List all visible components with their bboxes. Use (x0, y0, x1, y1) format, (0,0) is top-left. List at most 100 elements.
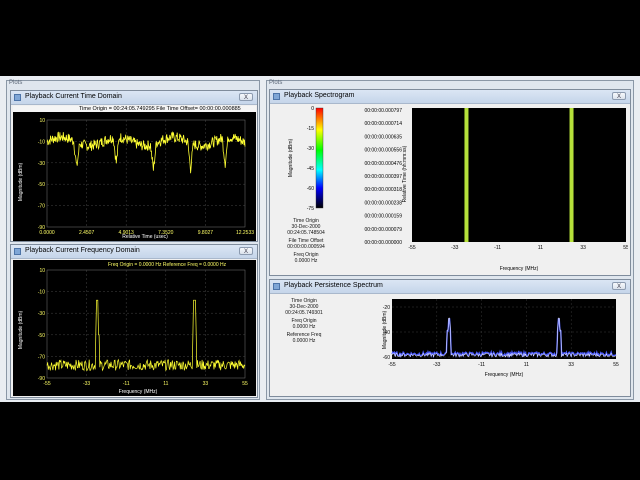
x-tick-label: 4.9013 (119, 230, 135, 236)
y-tick-label: -10 (38, 139, 45, 145)
info-line: 00:24:05.749301 (285, 310, 323, 316)
right-plots-panel: Plots Playback Spectrogram X Magnitude (… (266, 80, 634, 400)
freq-domain-ylabel: Magnitude (dBm) (18, 310, 24, 349)
persistence-info: Time Origin 30-Dec-2000 00:24:05.749301 Fre… (274, 298, 334, 344)
x-tick-label: 0.0000 (39, 230, 55, 236)
persistence-xlabel: Frequency (MHz) (485, 372, 524, 378)
time-tick-label: 00:00:00.000797 (364, 108, 402, 114)
freq-domain-title: Playback Current Frequency Domain (25, 247, 140, 254)
time-tick-label: 00:00:00.000635 (364, 134, 402, 140)
time-tick-label: 00:00:00.000079 (364, 227, 402, 233)
desktop: Plots Playback Current Time Domain X Tim… (0, 76, 640, 402)
spectrogram-title: Playback Spectrogram (284, 92, 355, 99)
x-tick-label: -33 (433, 362, 440, 368)
y-tick-label: -20 (383, 305, 390, 311)
time-tick-label: 00:00:00.000397 (364, 174, 402, 180)
spectrogram-window: Playback Spectrogram X Magnitude (dBm) 0… (269, 89, 631, 276)
left-panel-title: Plots (9, 80, 23, 86)
spectrogram-plot: 00:00:00.000797 00:00:00.000714 00:00:00.0… (364, 108, 628, 272)
x-tick-label: -11 (123, 381, 130, 387)
y-tick-label: -10 (38, 290, 45, 296)
spectrogram-ylabel: Relative Time (hh:mm:ss) (402, 145, 408, 202)
spectrogram-signal-line (569, 108, 574, 242)
x-tick-label: 55 (242, 381, 248, 387)
window-icon (273, 283, 280, 290)
time-tick-label: 00:00:00.000318 (364, 187, 402, 193)
time-tick-label: 00:00:00.000159 (364, 214, 402, 220)
y-tick-label: -70 (38, 204, 45, 210)
x-tick-label: 11 (538, 245, 543, 251)
time-tick-label: 00:00:00.000238 (364, 200, 402, 206)
window-icon (14, 248, 21, 255)
spectrogram-canvas (412, 108, 626, 242)
spectrogram-xlabel: Frequency (MHz) (500, 266, 539, 272)
persistence-titlebar[interactable]: Playback Persistence Spectrum X (270, 280, 630, 294)
freq-domain-window: Playback Current Frequency Domain X Freq… (10, 244, 258, 398)
close-button[interactable]: X (612, 282, 626, 290)
colorbar-tick: -30 (307, 146, 314, 152)
freq-domain-plot: Freq Origin = 0.0000 Hz Reference Freq =… (13, 260, 256, 396)
time-tick-label: 00:00:00.000714 (364, 121, 402, 127)
x-tick-label: 55 (623, 245, 628, 251)
close-button[interactable]: X (239, 93, 253, 101)
x-tick-label: -11 (478, 362, 485, 368)
colorbar-tick: -45 (307, 166, 314, 172)
spectrogram-titlebar[interactable]: Playback Spectrogram X (270, 90, 630, 104)
x-tick-label: 7.3520 (158, 230, 174, 236)
y-tick-label: 10 (39, 268, 45, 274)
time-domain-plot: Magnitude (dBm) Relative Time (usec) 10-… (13, 112, 256, 241)
time-domain-title: Playback Current Time Domain (25, 93, 122, 100)
y-tick-label: 10 (39, 118, 45, 124)
colorbar-tick: -15 (307, 126, 314, 132)
spectrogram-info: Time Origin 30-Dec-2000 00:24:05.748504 Fil… (276, 218, 336, 264)
y-tick-label: -50 (38, 182, 45, 188)
x-tick-label: -55 (388, 362, 395, 368)
colorbar-tick: -75 (307, 206, 314, 212)
window-icon (273, 93, 280, 100)
x-tick-label: 9.8027 (198, 230, 214, 236)
left-plots-panel: Plots Playback Current Time Domain X Tim… (6, 80, 260, 400)
y-tick-label: -30 (38, 161, 45, 167)
window-icon (14, 94, 21, 101)
persistence-title: Playback Persistence Spectrum (284, 282, 383, 289)
info-line: 0.0000 Hz (294, 258, 318, 264)
time-tick-label: 00:00:00.000556 (364, 148, 402, 154)
x-tick-label: -33 (451, 245, 458, 251)
colorbar-label: Magnitude (dBm) (288, 138, 294, 177)
spectrogram-signal-line (464, 108, 469, 242)
y-tick-label: -60 (383, 355, 390, 361)
x-tick-label: 33 (580, 245, 586, 251)
info-line: 00:00:00.000594 (287, 244, 325, 250)
freq-domain-header: Freq Origin = 0.0000 Hz Reference Freq =… (108, 262, 227, 268)
time-tick-label: 00:00:00.000476 (364, 161, 402, 167)
persistence-canvas (392, 299, 616, 359)
time-domain-ylabel: Magnitude (dBm) (18, 162, 24, 201)
x-tick-label: 12.2533 (236, 230, 254, 236)
x-tick-label: 11 (524, 362, 529, 368)
x-tick-label: 33 (203, 381, 209, 387)
x-tick-label: 2.4507 (79, 230, 95, 236)
freq-domain-titlebar[interactable]: Playback Current Frequency Domain X (11, 245, 257, 259)
info-line: 00:24:05.748504 (287, 230, 325, 236)
y-tick-label: -50 (38, 333, 45, 339)
freq-domain-xlabel: Frequency (MHz) (119, 389, 158, 395)
spectrogram-colorbar: Magnitude (dBm) 0 -15 -30 -45 -60 -75 (288, 106, 324, 212)
info-line: 0.0000 Hz (292, 338, 316, 344)
info-line: 0.0000 Hz (292, 324, 316, 330)
x-tick-label: -33 (83, 381, 90, 387)
colorbar-tick: 0 (311, 106, 314, 112)
colorbar-tick: -60 (307, 186, 314, 192)
x-tick-label: 11 (163, 381, 168, 387)
time-domain-titlebar[interactable]: Playback Current Time Domain X (11, 91, 257, 105)
right-panel-title: Plots (269, 80, 283, 86)
y-tick-label: -40 (383, 330, 390, 336)
x-tick-label: -55 (408, 245, 415, 251)
close-button[interactable]: X (612, 92, 626, 100)
persistence-window: Playback Persistence Spectrum X Time Ori… (269, 279, 631, 397)
y-tick-label: -70 (38, 354, 45, 360)
time-domain-window: Playback Current Time Domain X Time Orig… (10, 90, 258, 242)
y-tick-label: -30 (38, 311, 45, 317)
time-tick-label: 00:00:00.000000 (364, 240, 402, 246)
x-tick-label: -11 (494, 245, 501, 251)
close-button[interactable]: X (239, 247, 253, 255)
